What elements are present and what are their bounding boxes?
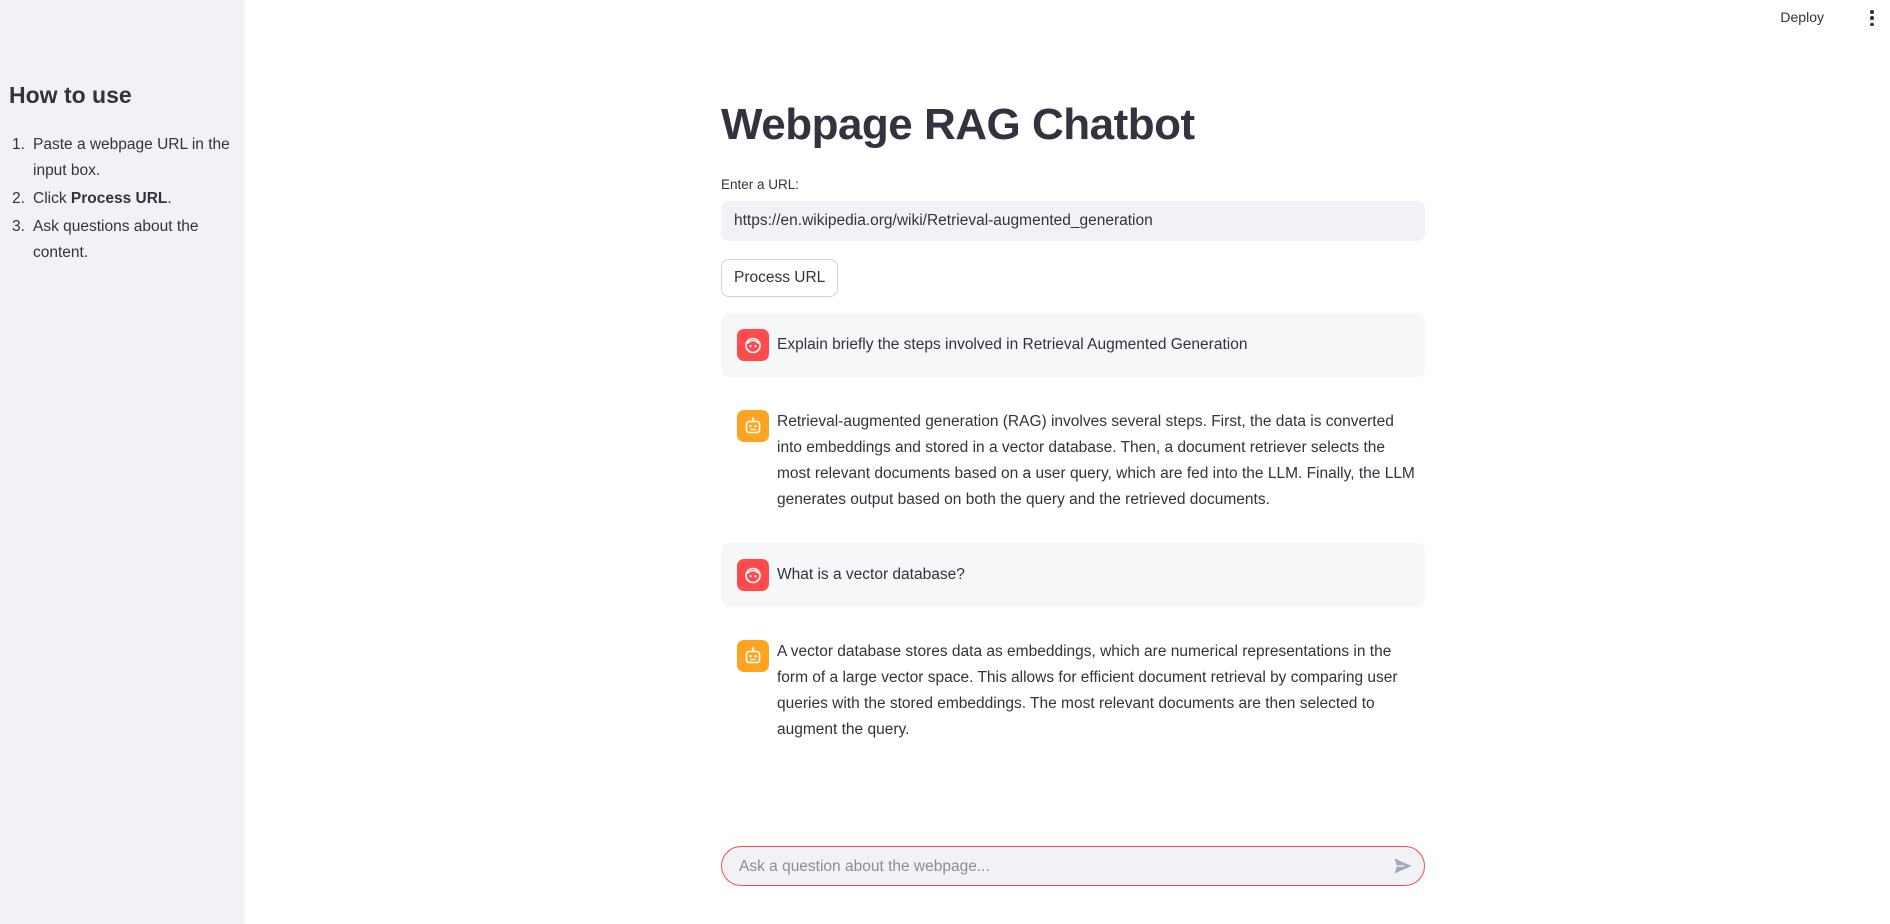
chat-input[interactable] [737, 847, 1381, 887]
step-number: 3. [12, 218, 25, 235]
step-number: 1. [12, 136, 25, 153]
instructions-list: 1. Paste a webpage URL in the input box.… [9, 132, 234, 268]
chat-message-user: Explain briefly the steps involved in Re… [721, 313, 1425, 377]
process-url-button[interactable]: Process URL [721, 259, 839, 297]
message-text: What is a vector database? [777, 566, 965, 583]
robot-icon [737, 410, 769, 442]
page-title: Webpage RAG Chatbot [721, 100, 1195, 149]
deploy-button[interactable]: Deploy [1780, 9, 1824, 25]
chat-input-container [721, 846, 1425, 887]
send-icon[interactable] [1392, 856, 1414, 876]
message-text: A vector database stores data as embeddi… [777, 643, 1398, 738]
message-text: Retrieval-augmented generation (RAG) inv… [777, 413, 1415, 508]
user-face-icon [737, 559, 769, 591]
chat-message-assistant: A vector database stores data as embeddi… [721, 623, 1425, 738]
instruction-step: 1. Paste a webpage URL in the input box. [9, 132, 234, 184]
user-face-icon [737, 329, 769, 361]
step-text-suffix: . [167, 190, 172, 207]
instruction-step: 2. Click Process URL. [9, 186, 234, 212]
step-text: Ask questions about the content. [33, 218, 199, 261]
instruction-step: 3. Ask questions about the content. [9, 214, 234, 266]
chat-message-user: What is a vector database? [721, 543, 1425, 607]
step-text-bold: Process URL [70, 190, 168, 207]
chat-message-assistant: Retrieval-augmented generation (RAG) inv… [721, 393, 1425, 523]
step-text: Paste a webpage URL in the input box. [33, 136, 230, 179]
kebab-menu-icon[interactable] [1866, 10, 1878, 26]
url-label: Enter a URL: [721, 177, 800, 192]
sidebar-title: How to use [9, 82, 132, 108]
robot-icon [737, 640, 769, 672]
step-number: 2. [12, 190, 25, 207]
url-input-value: https://en.wikipedia.org/wiki/Retrieval-… [734, 212, 1153, 229]
url-input[interactable]: https://en.wikipedia.org/wiki/Retrieval-… [721, 201, 1425, 241]
message-text: Explain briefly the steps involved in Re… [777, 336, 1248, 353]
sidebar: How to use 1. Paste a webpage URL in the… [0, 0, 245, 924]
step-text-prefix: Click [33, 190, 71, 207]
